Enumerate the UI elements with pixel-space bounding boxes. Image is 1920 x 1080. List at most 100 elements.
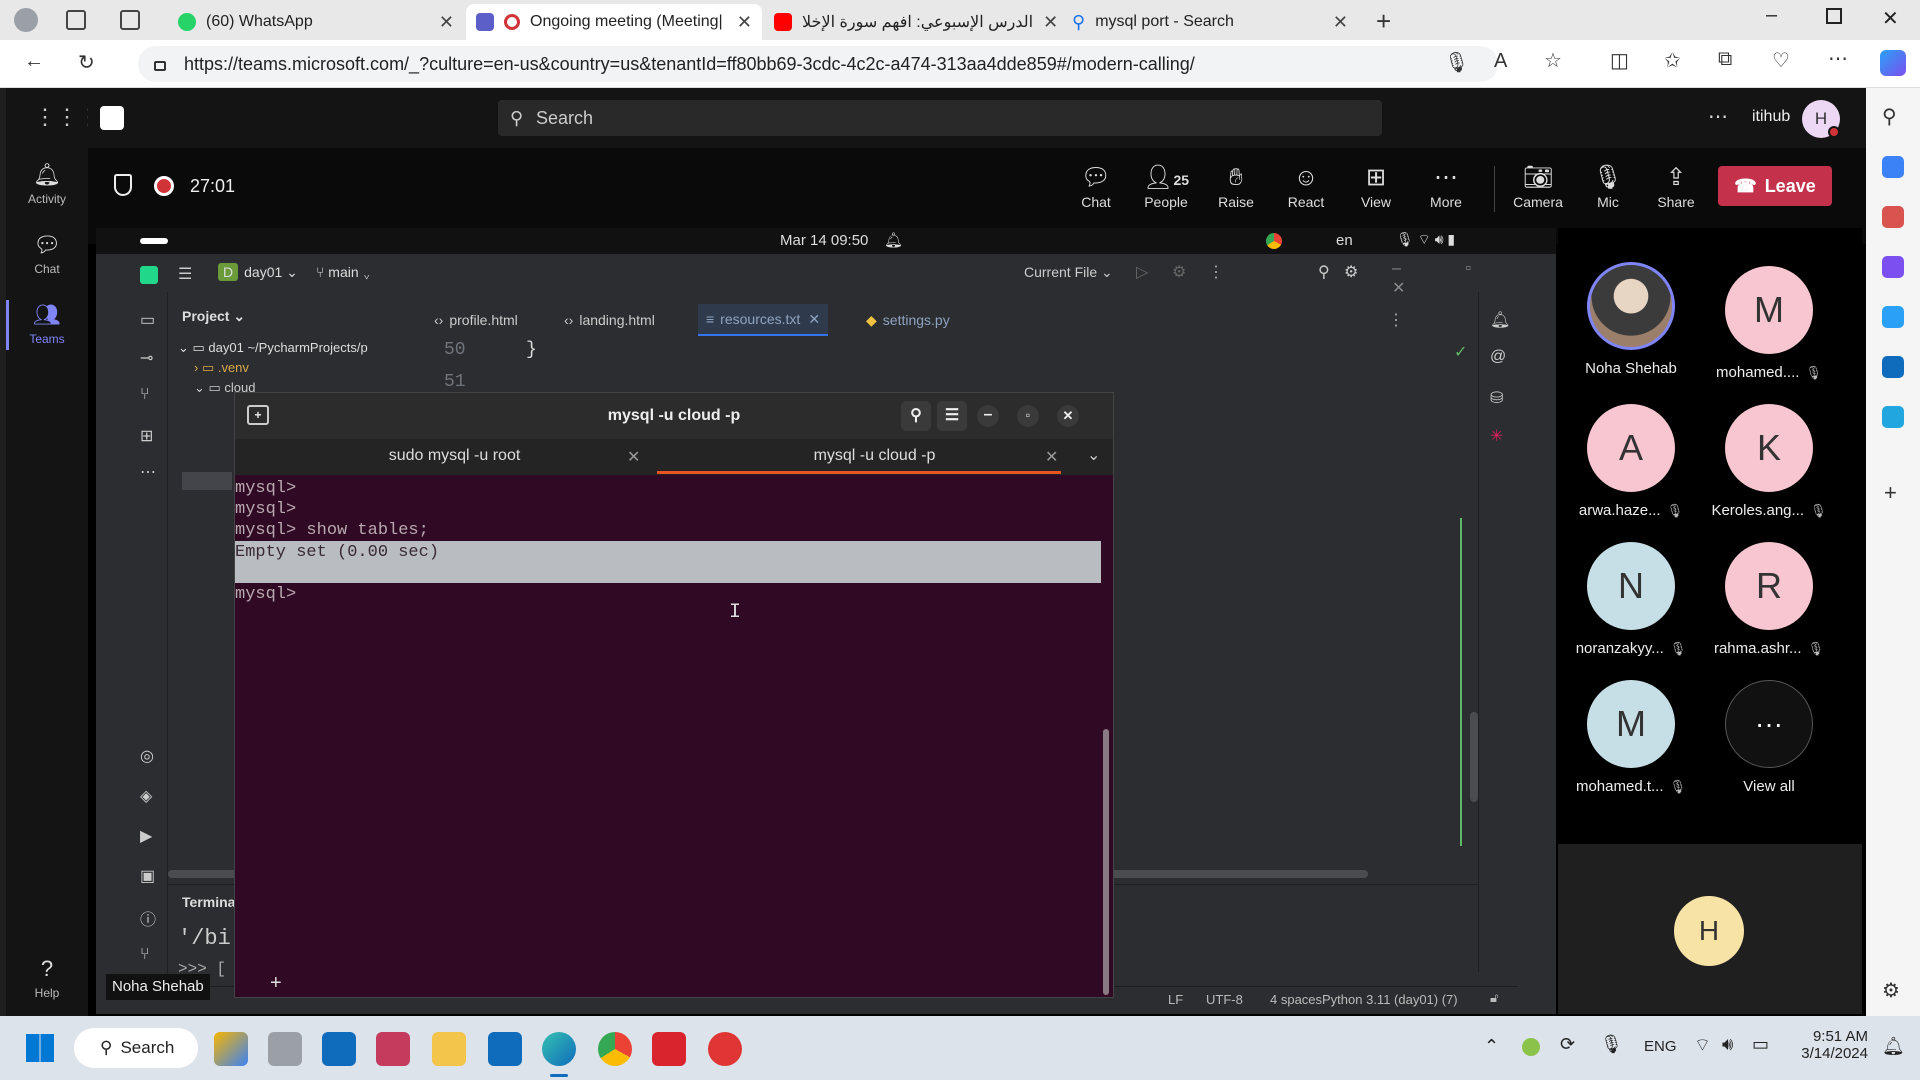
microphone-icon[interactable]: 🎙︎ — [1600, 1034, 1623, 1055]
language-indicator[interactable]: ENG — [1644, 1038, 1677, 1055]
terminal-tool-icon[interactable]: ▣ — [140, 866, 155, 886]
close-tab-icon[interactable]: ✕ — [808, 311, 820, 328]
tray-app-icon[interactable] — [1522, 1038, 1540, 1056]
volume-icon[interactable]: 🔊︎ — [1722, 1034, 1733, 1055]
problems-icon[interactable]: ⓘ — [140, 906, 156, 930]
search-input[interactable]: ⚲ Search — [498, 100, 1382, 136]
status-encoding[interactable]: UTF-8 — [1206, 992, 1243, 1007]
rail-item-teams[interactable]: 👥︎ Teams — [6, 302, 88, 346]
run-icon[interactable]: ▷ — [1136, 262, 1148, 282]
tree-item-venv[interactable]: › ▭ .venv — [194, 360, 249, 376]
sync-icon[interactable]: ⟳ — [1560, 1034, 1575, 1055]
slack-icon[interactable]: ✳ — [1490, 426, 1503, 446]
project-selector[interactable]: Dday01 ⌄ — [218, 263, 298, 281]
tools-icon[interactable] — [1882, 206, 1904, 228]
editor-scrollbar[interactable] — [1470, 712, 1478, 802]
run-config-selector[interactable]: Current File ⌄ — [1024, 264, 1113, 281]
share-button[interactable]: ⇪ Share — [1646, 162, 1706, 210]
show-hidden-icons[interactable]: ⌃ — [1484, 1036, 1499, 1057]
close-tab-icon[interactable]: ✕ — [439, 12, 454, 33]
participant-tile[interactable]: A arwa.haze... 🎙︎ — [1566, 404, 1696, 519]
send-icon[interactable] — [1882, 406, 1904, 428]
database-icon[interactable]: ⛁ — [1490, 388, 1503, 408]
project-panel-header[interactable]: Project ⌄ — [182, 308, 245, 325]
battery-icon[interactable]: ▭ — [1752, 1034, 1769, 1055]
settings-icon[interactable]: ⚙ — [1882, 978, 1900, 1003]
view-button[interactable]: ⊞ View — [1346, 162, 1406, 210]
vertical-tabs-icon[interactable] — [120, 10, 140, 30]
terminal-tab-cloud[interactable]: mysql -u cloud -p — [655, 447, 1094, 465]
task-view-icon[interactable] — [268, 1032, 302, 1066]
debug-icon[interactable]: ⚙ — [1172, 262, 1186, 282]
lock-icon[interactable]: 🔓︎ — [1490, 990, 1498, 1006]
close-tab-icon[interactable]: ✕ — [1043, 12, 1058, 33]
minimize-window-button[interactable]: – — [1766, 4, 1777, 27]
browser-tab-whatsapp[interactable]: (60) WhatsApp ✕ — [168, 4, 464, 40]
services-icon[interactable]: ▶ — [140, 826, 152, 846]
new-tab-button[interactable]: + — [1376, 6, 1391, 37]
workspaces-icon[interactable] — [66, 10, 86, 30]
ai-assistant-icon[interactable]: @ — [1490, 348, 1506, 366]
commit-icon[interactable]: ⊸ — [140, 348, 153, 368]
snipping-tool-icon[interactable] — [376, 1032, 410, 1066]
browser-tab-teams[interactable]: Ongoing meeting (Meeting| ✕ — [466, 4, 762, 40]
editor-tab-landing[interactable]: ‹› landing.html — [556, 304, 663, 336]
wifi-icon[interactable]: ⌔ — [1694, 1034, 1711, 1057]
profile-icon[interactable] — [14, 8, 38, 32]
ide-settings-icon[interactable]: ⚙ — [1344, 262, 1358, 282]
folder-icon[interactable]: ▭ — [140, 310, 155, 330]
rail-item-help[interactable]: ? Help — [6, 956, 88, 1000]
terminal-tab-root[interactable]: sudo mysql -u root — [235, 447, 674, 465]
org-name[interactable]: itihub — [1752, 108, 1790, 126]
browser-tab-youtube[interactable]: الدرس الإسبوعي: افهم سورة الإخلا ✕ — [764, 4, 1060, 40]
close-window-button[interactable]: ✕ — [1882, 6, 1899, 31]
browser-essentials-icon[interactable]: ♡ — [1772, 48, 1790, 73]
close-tab-icon[interactable]: ✕ — [627, 447, 640, 467]
shopping-icon[interactable] — [1882, 156, 1904, 178]
outlook-icon[interactable] — [1882, 356, 1904, 378]
start-button[interactable] — [26, 1034, 54, 1062]
close-tab-icon[interactable]: ✕ — [1333, 12, 1348, 33]
settings-more-icon[interactable]: ⋯ — [1828, 46, 1848, 71]
url-field[interactable]: https://teams.microsoft.com/_?culture=en… — [138, 46, 1498, 82]
status-indent[interactable]: 4 spaces — [1270, 992, 1322, 1007]
rail-item-activity[interactable]: 🔔︎ Activity — [6, 162, 88, 206]
camera-button[interactable]: 📷︎ Camera — [1508, 162, 1568, 210]
raise-hand-button[interactable]: ✋︎ Raise — [1206, 162, 1266, 210]
taskbar-search[interactable]: ⚲ Search — [74, 1028, 198, 1068]
more-options-icon[interactable]: ⋯ — [1708, 104, 1728, 129]
widgets-icon[interactable] — [214, 1032, 248, 1066]
terminal-close-button[interactable]: ✕ — [1057, 405, 1079, 427]
camera-app-icon[interactable] — [708, 1032, 742, 1066]
editor-tab-resources[interactable]: ≡ resources.txt ✕ — [698, 304, 829, 336]
store-icon[interactable] — [322, 1032, 356, 1066]
terminal-search-icon[interactable]: ⚲ — [901, 401, 931, 431]
branch-selector[interactable]: ⑂ main ⌄ — [316, 264, 371, 280]
favorites-icon[interactable]: ✩ — [1664, 48, 1681, 73]
split-screen-icon[interactable]: ◫ — [1610, 48, 1629, 73]
tree-root[interactable]: ⌄ ▭ day01 ~/PycharmProjects/ptp44 — [178, 340, 368, 356]
layers-icon[interactable]: ◈ — [140, 786, 152, 806]
terminal-output[interactable]: mysql> mysql> mysql> show tables; Empty … — [235, 479, 1113, 999]
participant-tile[interactable]: M mohamed.... 🎙︎ — [1704, 266, 1834, 381]
terminal-maximize-button[interactable]: ▫ — [1017, 405, 1039, 427]
participant-tile[interactable]: N noranzakyy... 🎙︎ — [1566, 542, 1696, 657]
chat-button[interactable]: 💬︎ Chat — [1066, 162, 1126, 210]
edge-icon[interactable] — [542, 1032, 576, 1066]
games-icon[interactable] — [1882, 256, 1904, 278]
close-tab-icon[interactable]: ✕ — [737, 12, 752, 33]
more-button[interactable]: ⋯ More — [1416, 162, 1476, 210]
participant-tile[interactable]: Noha Shehab — [1566, 262, 1696, 377]
react-button[interactable]: ☺ React — [1276, 162, 1336, 210]
terminal-minimize-button[interactable]: – — [977, 405, 999, 427]
notifications-icon[interactable]: 🔔︎ — [1490, 310, 1510, 330]
python-console-icon[interactable]: ◎ — [140, 746, 154, 766]
terminal-panel-label[interactable]: Termina — [182, 894, 235, 910]
add-icon[interactable]: + — [1884, 480, 1897, 506]
git-icon[interactable]: ⑂ — [140, 386, 150, 404]
back-icon[interactable]: ← — [24, 50, 44, 73]
favorite-star-icon[interactable]: ☆ — [1544, 48, 1562, 73]
view-all-button[interactable]: ··· View all — [1704, 680, 1834, 795]
close-tab-icon[interactable]: ✕ — [1045, 447, 1058, 467]
m365-icon[interactable] — [1882, 306, 1904, 328]
